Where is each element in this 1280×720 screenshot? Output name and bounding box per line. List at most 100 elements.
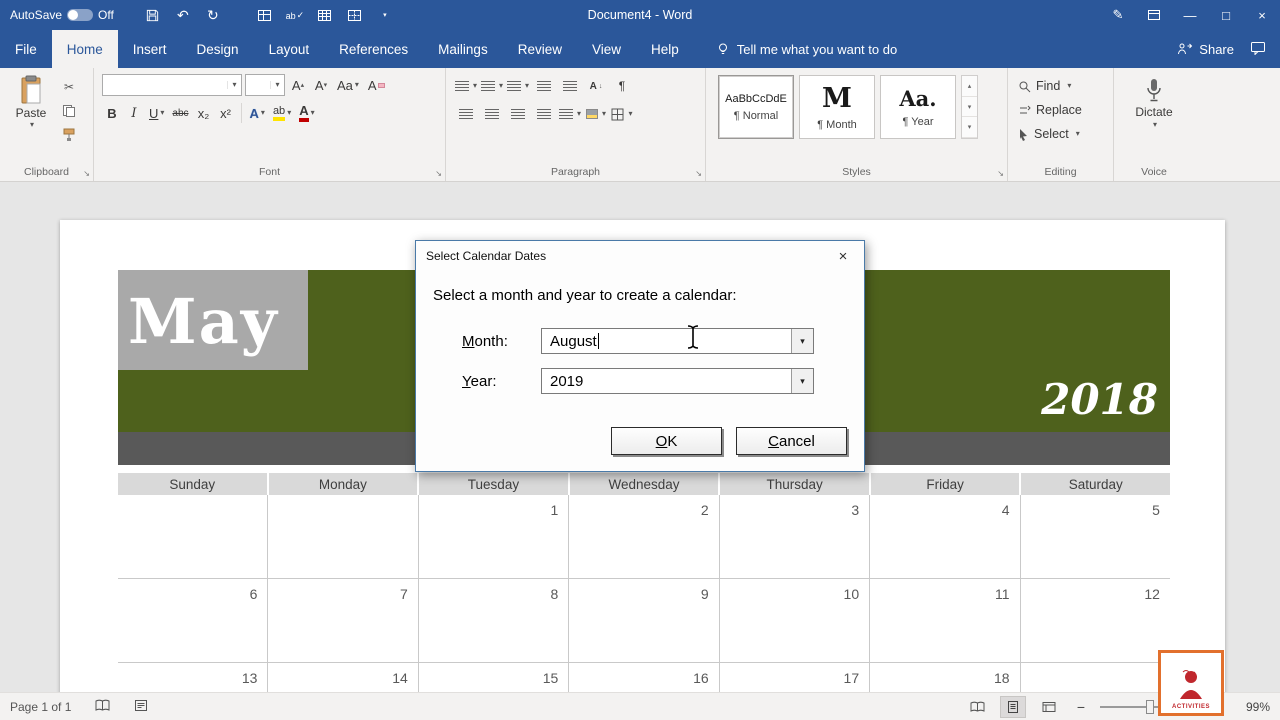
accessibility-checker-button[interactable] — [134, 699, 148, 715]
calendar-cell[interactable]: 1 — [419, 495, 570, 578]
shading-button[interactable]: ▾ — [584, 103, 608, 125]
styles-scroll-up[interactable]: ▴ — [962, 76, 977, 97]
numbering-button[interactable]: ▾ — [480, 75, 504, 97]
autosave-toggle[interactable]: AutoSave Off — [10, 8, 114, 22]
tab-view[interactable]: View — [577, 30, 636, 68]
calendar-cell[interactable]: 5 — [1021, 495, 1170, 578]
cancel-button[interactable]: Cancel — [736, 427, 847, 455]
text-effects-button[interactable]: A ▾ — [247, 102, 268, 124]
tab-home[interactable]: Home — [51, 30, 118, 68]
autosave-switch[interactable] — [67, 9, 94, 21]
superscript-button[interactable]: x² — [216, 102, 236, 124]
zoom-level[interactable]: 99% — [1238, 700, 1270, 714]
ink-button[interactable]: ✎ — [1100, 0, 1136, 30]
calendar-cell[interactable]: 16 — [569, 663, 720, 692]
grow-font-button[interactable]: A ▴ — [288, 74, 308, 96]
subscript-button[interactable]: x₂ — [194, 102, 214, 124]
tab-file[interactable]: File — [0, 30, 52, 68]
tab-references[interactable]: References — [324, 30, 423, 68]
format-painter-button[interactable] — [58, 125, 80, 145]
tab-review[interactable]: Review — [503, 30, 577, 68]
calendar-cell[interactable]: 6 — [118, 579, 269, 662]
year-dropdown-button[interactable]: ▾ — [791, 369, 813, 393]
styles-gallery-more[interactable]: ▾ — [962, 117, 977, 139]
replace-button[interactable]: Replace — [1018, 100, 1109, 120]
highlight-button[interactable]: ab ▾ — [270, 102, 294, 124]
line-spacing-button[interactable]: ▾ — [558, 103, 582, 125]
borders-qat-button[interactable] — [340, 0, 370, 30]
month-combobox[interactable]: August ▾ — [541, 328, 814, 354]
redo-button[interactable]: ↻ — [198, 0, 228, 30]
ribbon-display-options-button[interactable] — [1136, 0, 1172, 30]
calendar-cell[interactable] — [118, 495, 269, 578]
font-color-button[interactable]: A ▾ — [296, 102, 317, 124]
web-layout-button[interactable] — [1036, 696, 1062, 718]
ok-button[interactable]: OK — [611, 427, 722, 455]
find-button[interactable]: Find ▾ — [1018, 76, 1109, 96]
tab-design[interactable]: Design — [182, 30, 254, 68]
close-button[interactable]: × — [1244, 0, 1280, 30]
maximize-button[interactable]: □ — [1208, 0, 1244, 30]
calendar-cell[interactable] — [268, 495, 419, 578]
font-name-combobox[interactable]: ▾ — [102, 74, 242, 96]
copy-button[interactable] — [58, 101, 80, 121]
calendar-cell[interactable]: 14 — [268, 663, 419, 692]
italic-button[interactable]: I — [124, 102, 144, 124]
customize-qat-button[interactable]: ▾ — [370, 0, 400, 30]
print-layout-button[interactable] — [1000, 695, 1026, 718]
paragraph-dialog-launcher[interactable]: ↘ — [695, 170, 702, 178]
month-dropdown-button[interactable]: ▾ — [791, 329, 813, 353]
multilevel-list-button[interactable]: ▾ — [506, 75, 530, 97]
save-button[interactable] — [138, 0, 168, 30]
comments-button[interactable] — [1250, 41, 1266, 58]
style-normal[interactable]: AaBbCcDdE ¶ Normal — [718, 75, 794, 139]
dialog-title-bar[interactable]: Select Calendar Dates × — [416, 241, 864, 271]
tell-me-box[interactable]: Tell me what you want to do — [716, 30, 897, 68]
undo-button[interactable]: ↶ — [168, 0, 198, 30]
calendar-cell[interactable]: 15 — [419, 663, 570, 692]
calendar-cell[interactable]: 10 — [720, 579, 871, 662]
proofing-status-button[interactable] — [95, 699, 110, 715]
calendar-cell[interactable]: 11 — [870, 579, 1021, 662]
align-center-button[interactable] — [480, 103, 504, 125]
select-button[interactable]: Select ▾ — [1018, 124, 1109, 144]
align-right-button[interactable] — [506, 103, 530, 125]
strikethrough-button[interactable]: abc — [169, 102, 191, 124]
tab-layout[interactable]: Layout — [254, 30, 325, 68]
show-hide-marks-button[interactable]: ¶ — [610, 75, 634, 97]
paste-button[interactable]: Paste ▾ — [8, 72, 54, 145]
underline-button[interactable]: U ▾ — [146, 102, 167, 124]
calendar-cell[interactable]: 13 — [118, 663, 269, 692]
calendar-cell[interactable]: 9 — [569, 579, 720, 662]
zoom-out-button[interactable]: − — [1072, 696, 1090, 718]
tab-insert[interactable]: Insert — [118, 30, 182, 68]
bold-button[interactable]: B — [102, 102, 122, 124]
style-year[interactable]: Aa. ¶ Year — [880, 75, 956, 139]
tab-mailings[interactable]: Mailings — [423, 30, 503, 68]
font-size-combobox[interactable]: ▾ — [245, 74, 285, 96]
sort-button[interactable]: A ↓ — [584, 75, 608, 97]
styles-dialog-launcher[interactable]: ↘ — [997, 170, 1004, 178]
calendar-cell[interactable]: 12 — [1021, 579, 1170, 662]
tab-help[interactable]: Help — [636, 30, 694, 68]
calendar-cell[interactable]: 3 — [720, 495, 871, 578]
insert-table-button[interactable] — [310, 0, 340, 30]
zoom-slider-thumb[interactable] — [1146, 699, 1154, 714]
page-indicator[interactable]: Page 1 of 1 — [10, 700, 71, 714]
calendar-cell[interactable]: 7 — [268, 579, 419, 662]
styles-scroll-down[interactable]: ▾ — [962, 97, 977, 118]
calendar-cell[interactable]: 18 — [870, 663, 1021, 692]
align-left-button[interactable] — [454, 103, 478, 125]
dropdown-arrow-icon[interactable]: ▾ — [270, 81, 284, 89]
calendar-cell[interactable]: 8 — [419, 579, 570, 662]
borders-button[interactable]: ▾ — [610, 103, 634, 125]
draw-table-button[interactable] — [250, 0, 280, 30]
bullets-button[interactable]: ▾ — [454, 75, 478, 97]
cut-button[interactable]: ✂ — [58, 77, 80, 97]
clear-formatting-button[interactable]: A — [365, 74, 388, 96]
clipboard-dialog-launcher[interactable]: ↘ — [83, 170, 90, 178]
calendar-cell[interactable]: 2 — [569, 495, 720, 578]
calendar-cell[interactable]: 17 — [720, 663, 871, 692]
change-case-button[interactable]: Aa ▾ — [334, 74, 362, 96]
calendar-cell[interactable]: 4 — [870, 495, 1021, 578]
